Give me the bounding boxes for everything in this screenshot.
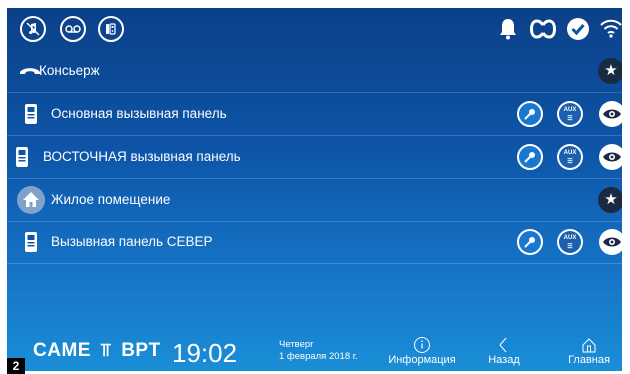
footer-bar: CAME ⫪ BPT 19:02 Четверг 1 февраля 2018 … bbox=[7, 334, 622, 371]
key-icon[interactable] bbox=[517, 144, 543, 170]
aux-icon[interactable]: AUX ☰ bbox=[557, 144, 583, 170]
home-button[interactable]: Главная bbox=[559, 336, 619, 366]
home-label: Главная bbox=[568, 354, 610, 366]
list-item-label: ВОСТОЧНАЯ вызывная панель bbox=[43, 149, 241, 164]
door-panel-icon bbox=[9, 144, 35, 170]
logo: CAME ⫪ BPT bbox=[33, 340, 161, 361]
key-icon[interactable] bbox=[517, 229, 543, 255]
eye-icon[interactable] bbox=[599, 101, 625, 127]
clock-weekday: Четверг bbox=[279, 339, 314, 350]
list-item-label: Основная вызывная панель bbox=[51, 106, 227, 121]
eye-icon[interactable] bbox=[599, 144, 625, 170]
chevron-left-icon bbox=[499, 337, 507, 353]
device-screen: Консьерж ★ Основная вызывная панель AUX ☰… bbox=[0, 0, 630, 374]
info-button[interactable]: Информация bbox=[387, 336, 457, 366]
list-item-home[interactable]: Жилое помещение ★ bbox=[7, 179, 624, 222]
status-bar bbox=[7, 8, 622, 50]
back-label: Назад bbox=[488, 354, 520, 366]
clock-date: 1 февраля 2018 г. bbox=[279, 351, 358, 362]
star-icon[interactable]: ★ bbox=[598, 58, 624, 84]
list-item-east-panel[interactable]: ВОСТОЧНАЯ вызывная панель AUX ☰ bbox=[7, 136, 625, 179]
intercom-icon[interactable] bbox=[98, 16, 124, 42]
house-icon bbox=[17, 186, 45, 214]
back-button[interactable]: Назад bbox=[469, 336, 539, 366]
aux-icon[interactable]: AUX ☰ bbox=[557, 229, 583, 255]
door-panel-icon bbox=[18, 101, 44, 127]
check-icon bbox=[566, 17, 590, 41]
list-item-label: Жилое помещение bbox=[51, 192, 171, 207]
aux-icon[interactable]: AUX ☰ bbox=[557, 101, 583, 127]
loop-icon bbox=[529, 17, 557, 41]
list-item-label: Вызывная панель СЕВЕР bbox=[51, 234, 213, 249]
voicemail-icon[interactable] bbox=[60, 16, 86, 42]
page-number: 2 bbox=[7, 358, 25, 374]
star-icon[interactable]: ★ bbox=[598, 187, 624, 213]
list-item-north-panel[interactable]: Вызывная панель СЕВЕР AUX ☰ bbox=[7, 221, 625, 264]
info-icon bbox=[414, 337, 430, 353]
logo-mark-icon: ⫪ bbox=[100, 340, 112, 360]
home-icon bbox=[582, 338, 596, 353]
bell-icon bbox=[497, 17, 519, 41]
info-label: Информация bbox=[388, 354, 456, 366]
key-icon[interactable] bbox=[517, 101, 543, 127]
wifi-icon bbox=[599, 16, 623, 40]
list-item-label: Консьерж bbox=[39, 63, 100, 78]
clock-time: 19:02 bbox=[172, 338, 238, 368]
door-panel-icon bbox=[18, 229, 44, 255]
list-item-concierge[interactable]: Консьерж ★ bbox=[7, 50, 624, 93]
music-mute-icon[interactable] bbox=[20, 16, 46, 42]
eye-icon[interactable] bbox=[599, 229, 625, 255]
list-item-main-panel[interactable]: Основная вызывная панель AUX ☰ bbox=[7, 93, 625, 136]
